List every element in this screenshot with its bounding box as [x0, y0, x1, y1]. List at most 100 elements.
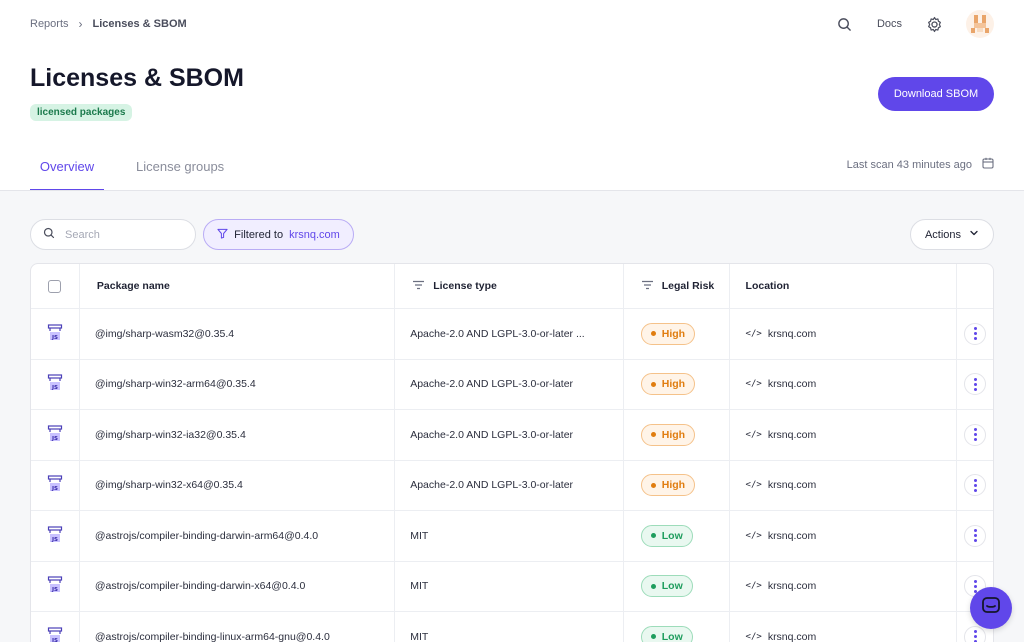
- risk-badge: High: [640, 373, 696, 396]
- table-row[interactable]: JS @img/sharp-win32-arm64@0.35.4 Apache-2.…: [31, 359, 993, 410]
- row-icon-cell: JS: [31, 511, 80, 561]
- license-type: Apache-2.0 AND LGPL-3.0-or-later: [395, 359, 624, 409]
- legal-risk-cell: High: [624, 359, 730, 409]
- svg-text:JS: JS: [51, 385, 58, 391]
- legal-risk-cell: Low: [624, 561, 730, 611]
- column-license-type[interactable]: License type: [395, 264, 624, 308]
- kebab-icon[interactable]: [964, 625, 987, 642]
- legal-risk-cell: High: [624, 460, 730, 510]
- search-input[interactable]: [65, 228, 175, 241]
- risk-dot: [650, 432, 656, 438]
- js-package-icon: JS: [47, 374, 63, 394]
- table-header-row: Package name License type Legal Risk Loc…: [31, 264, 993, 309]
- chat-icon: [981, 596, 1001, 621]
- license-type: MIT: [395, 612, 624, 642]
- code-icon: </>: [745, 429, 762, 440]
- filter-chip[interactable]: Filtered to krsnq.com: [203, 219, 354, 250]
- package-name[interactable]: @img/sharp-wasm32@0.35.4: [80, 309, 396, 359]
- main-content: Filtered to krsnq.com Actions Package na…: [0, 191, 1024, 642]
- select-all-checkbox[interactable]: [48, 279, 62, 293]
- column-legal-risk[interactable]: Legal Risk: [624, 264, 730, 308]
- column-package-name[interactable]: Package name: [80, 264, 396, 308]
- code-icon: </>: [745, 379, 762, 390]
- package-name[interactable]: @astrojs/compiler-binding-darwin-arm64@0…: [80, 511, 396, 561]
- location-value: krsnq.com: [767, 378, 817, 391]
- kebab-icon[interactable]: [964, 524, 987, 547]
- location-cell: </> krsnq.com: [730, 309, 958, 359]
- location-cell: </> krsnq.com: [730, 410, 958, 460]
- package-name[interactable]: @img/sharp-win32-ia32@0.35.4: [80, 410, 396, 460]
- search-box[interactable]: [30, 219, 196, 250]
- table-row[interactable]: JS @astrojs/compiler-binding-darwin-arm64…: [31, 511, 993, 562]
- location-value: krsnq.com: [767, 580, 817, 593]
- js-package-icon: JS: [47, 576, 63, 596]
- risk-label: Low: [661, 529, 683, 542]
- sort-icon: [412, 280, 425, 293]
- risk-badge: Low: [640, 524, 693, 547]
- calendar-icon[interactable]: [982, 157, 994, 172]
- tab-overview[interactable]: Overview: [30, 150, 104, 191]
- row-menu-cell: [957, 461, 993, 511]
- packages-table: Package name License type Legal Risk Loc…: [30, 263, 994, 642]
- breadcrumb-current: Licenses & SBOM: [92, 18, 187, 30]
- risk-label: High: [661, 479, 686, 492]
- risk-dot: [650, 482, 656, 488]
- location-cell: </> krsnq.com: [730, 561, 958, 611]
- avatar[interactable]: [966, 10, 994, 38]
- svg-text:JS: JS: [51, 486, 58, 492]
- legal-risk-cell: Low: [624, 612, 730, 642]
- package-name[interactable]: @astrojs/compiler-binding-linux-arm64-gn…: [80, 612, 396, 642]
- row-menu-cell: [957, 360, 993, 410]
- search-icon[interactable]: [833, 12, 857, 36]
- code-icon: </>: [745, 328, 762, 339]
- search-icon: [43, 226, 55, 244]
- kebab-icon[interactable]: [964, 423, 987, 446]
- risk-badge: Low: [640, 625, 693, 642]
- kebab-icon[interactable]: [964, 322, 987, 345]
- table-row[interactable]: JS @img/sharp-wasm32@0.35.4 Apache-2.0 AND…: [31, 309, 993, 360]
- svg-text:JS: JS: [51, 436, 58, 442]
- docs-link[interactable]: Docs: [877, 18, 902, 30]
- risk-badge: High: [640, 474, 696, 497]
- license-type: Apache-2.0 AND LGPL-3.0-or-later: [395, 410, 624, 460]
- package-name[interactable]: @img/sharp-win32-arm64@0.35.4: [80, 359, 396, 409]
- risk-dot: [650, 634, 656, 640]
- table-row[interactable]: JS @astrojs/compiler-binding-darwin-x64@0…: [31, 561, 993, 612]
- legal-risk-cell: High: [624, 410, 730, 460]
- code-icon: </>: [745, 480, 762, 491]
- column-location[interactable]: Location: [730, 264, 958, 308]
- risk-badge: High: [640, 322, 696, 345]
- license-type: MIT: [395, 511, 624, 561]
- breadcrumb-reports[interactable]: Reports: [30, 18, 69, 30]
- row-menu-cell: [957, 511, 993, 561]
- download-sbom-button[interactable]: Download SBOM: [878, 77, 994, 111]
- location-value: krsnq.com: [767, 479, 817, 492]
- gear-icon[interactable]: [922, 12, 946, 36]
- package-name[interactable]: @img/sharp-win32-x64@0.35.4: [80, 460, 396, 510]
- table-row[interactable]: JS @img/sharp-win32-x64@0.35.4 Apache-2.0 …: [31, 460, 993, 511]
- risk-label: High: [661, 378, 686, 391]
- risk-label: High: [661, 428, 686, 441]
- table-row[interactable]: JS @img/sharp-win32-ia32@0.35.4 Apache-2.0…: [31, 410, 993, 461]
- svg-text:JS: JS: [51, 335, 58, 341]
- risk-badge: High: [640, 423, 696, 446]
- package-name[interactable]: @astrojs/compiler-binding-darwin-x64@0.4…: [80, 561, 396, 611]
- filter-value: krsnq.com: [289, 228, 340, 241]
- kebab-icon[interactable]: [964, 373, 987, 396]
- actions-dropdown[interactable]: Actions: [910, 219, 994, 250]
- tab-license-groups[interactable]: License groups: [136, 150, 224, 191]
- filter-prefix: Filtered to: [234, 228, 284, 241]
- filter-icon: [217, 228, 228, 242]
- js-package-icon: JS: [47, 324, 63, 344]
- table-row[interactable]: JS @astrojs/compiler-binding-linux-arm64-…: [31, 612, 993, 642]
- kebab-icon[interactable]: [964, 474, 987, 497]
- row-icon-cell: JS: [31, 359, 80, 409]
- risk-dot: [650, 533, 656, 539]
- chat-button[interactable]: [970, 587, 1012, 629]
- license-type: Apache-2.0 AND LGPL-3.0-or-later: [395, 460, 624, 510]
- location-value: krsnq.com: [767, 428, 817, 441]
- breadcrumb: Reports › Licenses & SBOM: [30, 17, 187, 31]
- last-scan: Last scan 43 minutes ago: [847, 157, 994, 172]
- license-type: Apache-2.0 AND LGPL-3.0-or-later ...: [395, 309, 624, 359]
- actions-label: Actions: [924, 228, 962, 241]
